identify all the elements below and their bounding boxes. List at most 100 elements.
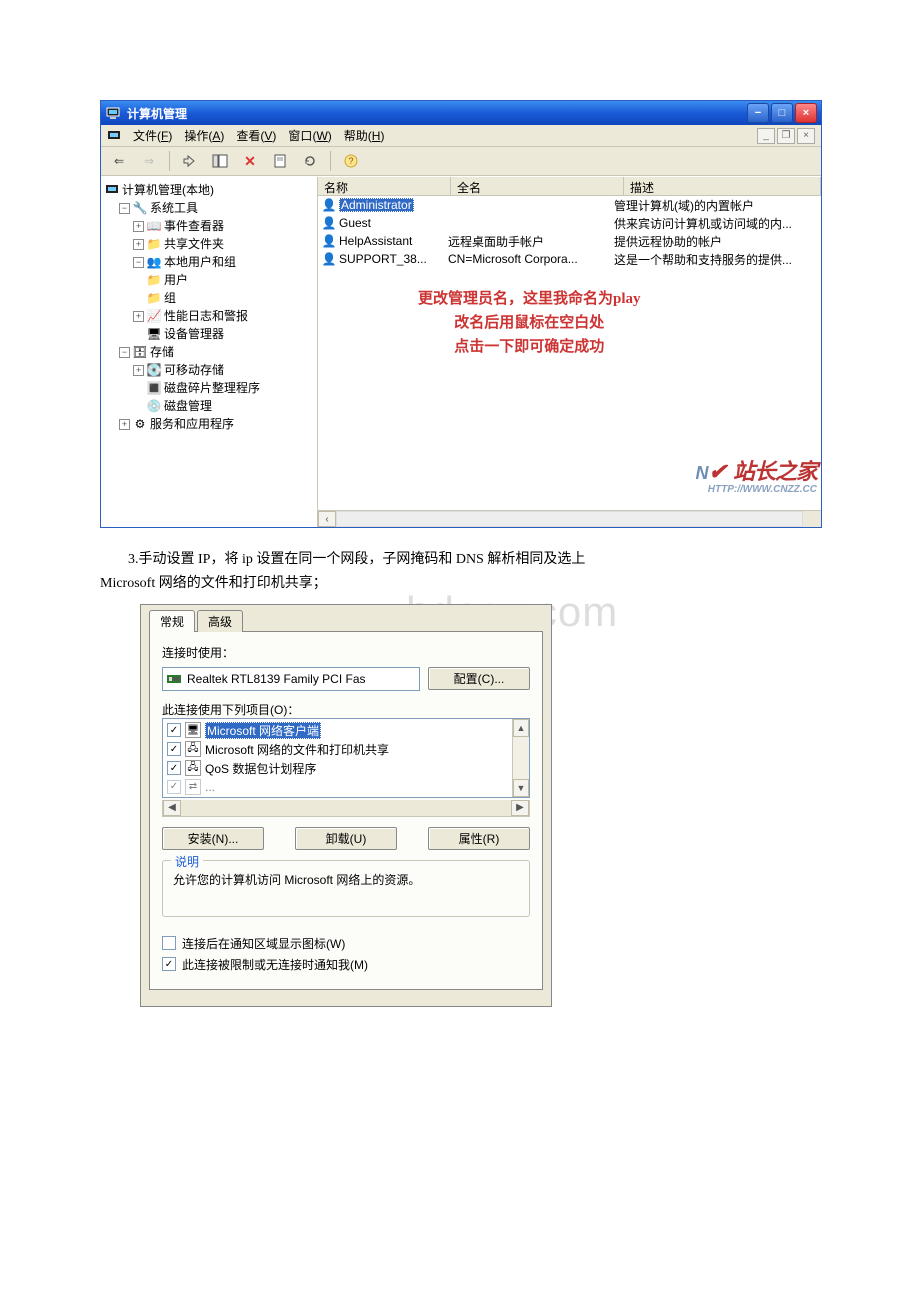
menu-help[interactable]: 帮助(H): [344, 127, 385, 144]
mdi-close-button[interactable]: ×: [797, 128, 815, 144]
tree-devmgr[interactable]: 🖥 设备管理器: [105, 325, 315, 343]
list-item[interactable]: ✓ ⇄ ...: [163, 778, 512, 796]
tree-eventviewer[interactable]: + 📖 事件查看器: [105, 217, 315, 235]
items-label: 此连接使用下列项目(O)：: [162, 701, 530, 718]
tree-services[interactable]: + ⚙ 服务和应用程序: [105, 415, 315, 433]
tree-pane[interactable]: 计算机管理(本地) − 🔧 系统工具 + 📖 事件查看器 + 📁 共享文件夹 −…: [101, 177, 318, 527]
scroll-track[interactable]: [336, 511, 803, 527]
close-button[interactable]: ×: [795, 103, 817, 123]
back-button[interactable]: ⇐: [107, 149, 131, 173]
adapter-field[interactable]: Realtek RTL8139 Family PCI Fas: [162, 667, 420, 691]
source-watermark: N✔ 站长之家 HTTP://WWW.CNZZ.CC: [695, 461, 817, 495]
tree-localusers[interactable]: − 👥 本地用户和组: [105, 253, 315, 271]
components-listbox[interactable]: ✓ 🖥 Microsoft 网络客户端 ✓ 🖧 Microsoft 网络的文件和…: [162, 718, 530, 798]
user-row[interactable]: 👤Guest 供来宾访问计算机或访问域的内...: [318, 214, 821, 232]
menu-file[interactable]: 文件(F): [133, 127, 172, 144]
folder-icon: 📁: [147, 273, 161, 287]
tree-diskmgr[interactable]: 💿 磁盘管理: [105, 397, 315, 415]
description-text: 允许您的计算机访问 Microsoft 网络上的资源。: [173, 871, 519, 888]
col-name[interactable]: 名称: [318, 177, 451, 195]
checkbox[interactable]: ✓: [167, 780, 181, 794]
checkbox[interactable]: ✓: [162, 957, 176, 971]
col-fullname[interactable]: 全名: [451, 177, 624, 195]
properties-button[interactable]: 属性(R): [428, 827, 530, 850]
checkbox[interactable]: [162, 936, 176, 950]
configure-button[interactable]: 配置(C)...: [428, 667, 530, 690]
tree-systools[interactable]: − 🔧 系统工具: [105, 199, 315, 217]
scroll-down-button[interactable]: ▼: [513, 779, 529, 797]
user-icon: 👤: [322, 198, 336, 212]
window-title: 计算机管理: [127, 105, 187, 122]
tree-shared[interactable]: + 📁 共享文件夹: [105, 235, 315, 253]
minimize-button[interactable]: −: [747, 103, 769, 123]
scroll-up-button[interactable]: ▲: [513, 719, 529, 737]
device-icon: 🖥: [147, 327, 161, 341]
h-scrollbar[interactable]: ‹ ›: [318, 510, 821, 527]
collapse-icon[interactable]: −: [133, 257, 144, 268]
expand-icon[interactable]: +: [133, 365, 144, 376]
tree-defrag[interactable]: 🔳 磁盘碎片整理程序: [105, 379, 315, 397]
checkbox[interactable]: ✓: [167, 742, 181, 756]
drive-icon: 💽: [147, 363, 161, 377]
mdi-restore-button[interactable]: ❐: [777, 128, 795, 144]
mdi-minimize-button[interactable]: _: [757, 128, 775, 144]
user-row[interactable]: 👤HelpAssistant 远程桌面助手帐户 提供远程协助的帐户: [318, 232, 821, 250]
uninstall-button[interactable]: 卸载(U): [295, 827, 397, 850]
list-item[interactable]: ✓ 🖧 Microsoft 网络的文件和打印机共享: [163, 740, 512, 759]
collapse-icon[interactable]: −: [119, 203, 130, 214]
checkbox-label: 连接后在通知区域显示图标(W): [182, 935, 345, 952]
notify-checkbox-row[interactable]: ✓ 此连接被限制或无连接时通知我(M): [162, 956, 530, 973]
col-desc[interactable]: 描述: [624, 177, 821, 195]
disk-icon: 💿: [147, 399, 161, 413]
menu-view[interactable]: 查看(V): [236, 127, 276, 144]
tree-users[interactable]: 📁 用户: [105, 271, 315, 289]
titlebar[interactable]: 计算机管理 − □ ×: [101, 101, 821, 125]
expand-icon[interactable]: +: [133, 311, 144, 322]
scroll-left-button[interactable]: ◀: [163, 800, 181, 816]
up-button[interactable]: [178, 149, 202, 173]
v-scrollbar[interactable]: ▲ ▼: [512, 719, 529, 797]
computer-management-window: 计算机管理 − □ × 文件(F) 操作(A) 查看(V) 窗口(W) 帮助(H…: [100, 100, 822, 528]
tab-general[interactable]: 常规: [149, 610, 195, 632]
expand-icon[interactable]: +: [133, 239, 144, 250]
service-icon: 🖧: [185, 741, 201, 757]
list-item[interactable]: ✓ 🖥 Microsoft 网络客户端: [163, 721, 512, 740]
refresh-button[interactable]: [298, 149, 322, 173]
show-icon-checkbox-row[interactable]: 连接后在通知区域显示图标(W): [162, 935, 530, 952]
checkbox[interactable]: ✓: [167, 761, 181, 775]
menu-action[interactable]: 操作(A): [184, 127, 224, 144]
scroll-right-button[interactable]: ▶: [511, 800, 529, 816]
scroll-track[interactable]: [513, 737, 529, 779]
tree-groups[interactable]: 📁 组: [105, 289, 315, 307]
properties-button[interactable]: [268, 149, 292, 173]
tree-root[interactable]: 计算机管理(本地): [105, 181, 315, 199]
show-hide-button[interactable]: [208, 149, 232, 173]
maximize-button[interactable]: □: [771, 103, 793, 123]
tab-advanced[interactable]: 高级: [197, 610, 243, 632]
collapse-icon[interactable]: −: [119, 347, 130, 358]
delete-button[interactable]: ✕: [238, 149, 262, 173]
tree-removable[interactable]: + 💽 可移动存储: [105, 361, 315, 379]
list-header[interactable]: 名称 全名 描述: [318, 177, 821, 196]
checkbox[interactable]: ✓: [167, 723, 181, 737]
tabstrip: 常规 高级: [141, 605, 551, 631]
mdi-sysmenu-icon[interactable]: [107, 129, 121, 143]
user-row[interactable]: 👤SUPPORT_38... CN=Microsoft Corpora... 这…: [318, 250, 821, 268]
tree-perf[interactable]: + 📈 性能日志和警报: [105, 307, 315, 325]
scroll-left-button[interactable]: ‹: [318, 511, 336, 527]
expand-icon[interactable]: +: [133, 221, 144, 232]
list-item[interactable]: ✓ 🖧 QoS 数据包计划程序: [163, 759, 512, 778]
forward-button[interactable]: ⇒: [137, 149, 161, 173]
tree-storage[interactable]: − 🗄 存储: [105, 343, 315, 361]
user-row[interactable]: 👤Administrator 管理计算机(域)的内置帐户: [318, 196, 821, 214]
client-icon: 🖥: [185, 722, 201, 738]
nic-icon: [167, 672, 181, 686]
computer-icon: [105, 183, 119, 197]
h-scrollbar[interactable]: ◀ ▶: [162, 800, 530, 817]
menu-window[interactable]: 窗口(W): [288, 127, 331, 144]
tools-icon: 🔧: [133, 201, 147, 215]
install-button[interactable]: 安装(N)...: [162, 827, 264, 850]
rename-edit[interactable]: Administrator: [339, 198, 414, 212]
help-button[interactable]: ?: [339, 149, 363, 173]
expand-icon[interactable]: +: [119, 419, 130, 430]
